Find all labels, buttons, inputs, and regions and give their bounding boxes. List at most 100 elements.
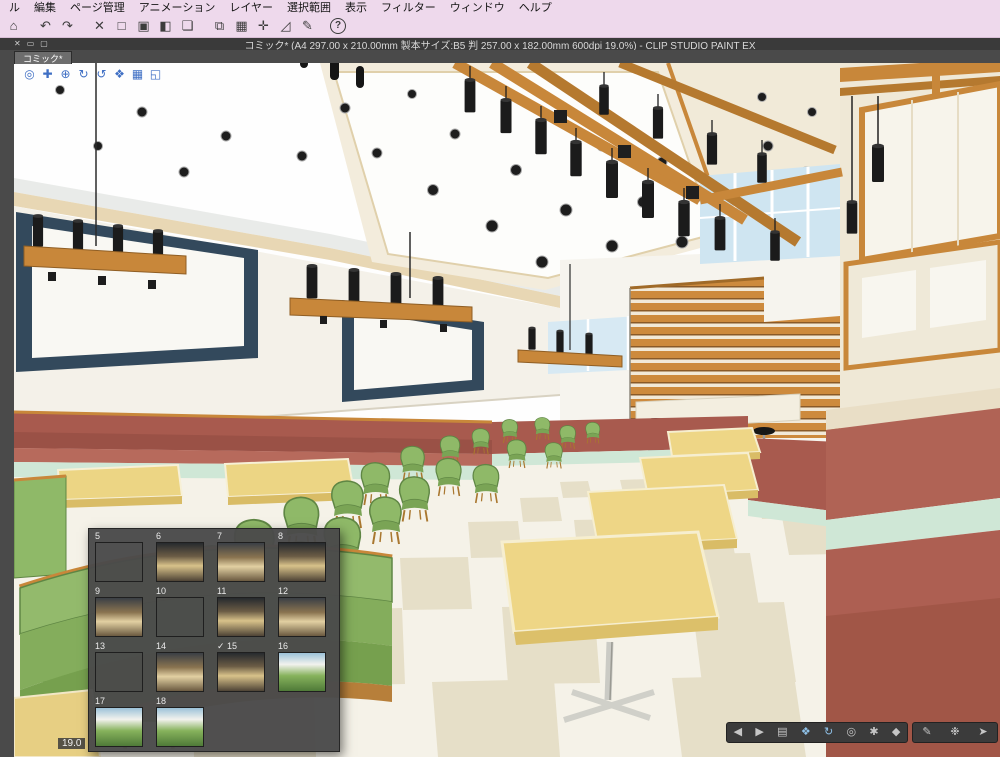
menu-item-7[interactable]: フィルター (374, 0, 443, 15)
undo-icon[interactable]: ↶ (36, 16, 55, 35)
object-list-icon[interactable]: ▤ (777, 727, 787, 738)
canvas-workspace: コミック* ◎ ✚ ⊕ ↻ ↺ ❖ ▦ ◱ 5 6 7 8 9 10 11 12… (0, 50, 1000, 757)
ruler-icon[interactable]: ◿ (276, 16, 295, 35)
material-thumbnail-cell-16[interactable]: 16 (275, 640, 336, 695)
thumbnail-number: 5 (95, 531, 101, 541)
menu-bar: ル編集 ページ管理 アニメーション レイヤー 選択範囲 表示 フィルター ウィンドウ ヘルプ (0, 0, 1000, 14)
thumbnail-number: 6 (156, 531, 162, 541)
menu-item-4[interactable]: レイヤー (222, 0, 280, 15)
clip-studio-paint-window: ル編集 ページ管理 アニメーション レイヤー 選択範囲 表示 フィルター ウィンドウ ヘルプ ⌂… (0, 0, 1000, 757)
3d-camera-launcher: ◎ ✚ ⊕ ↻ ↺ ❖ ▦ ◱ (22, 66, 163, 81)
thumbnail-image[interactable] (156, 652, 204, 692)
maximize-button[interactable]: ▢ (40, 38, 48, 50)
pen-tool-icon[interactable]: ✎ (922, 727, 931, 738)
material-thumbnail-cell-9[interactable]: 9 (92, 585, 153, 640)
canvas-tab[interactable]: コミック* (14, 51, 72, 64)
thumbnail-image[interactable] (278, 597, 326, 637)
material-thumbnail-cell-15[interactable]: ✓ 15 (214, 640, 275, 695)
menu-item-6[interactable]: 表示 (338, 0, 374, 15)
rotate-mode-icon[interactable]: ↻ (824, 727, 833, 738)
material-thumbnail-cell-6[interactable]: 6 (153, 530, 214, 585)
thumbnail-image[interactable] (278, 542, 326, 582)
thumbnail-image[interactable] (156, 597, 204, 637)
material-thumbnail-cell-8[interactable]: 8 (275, 530, 336, 585)
close-button[interactable]: ✕ (14, 38, 21, 50)
material-thumbnail-cell-5[interactable]: 5 (92, 530, 153, 585)
thumbnail-image[interactable] (95, 542, 143, 582)
camera-mode-icon[interactable]: ◎ (846, 727, 856, 738)
material-thumbnail-cell-18[interactable]: 18 (153, 695, 214, 750)
thumbnail-image[interactable] (95, 652, 143, 692)
new-layer-icon[interactable]: ❏ (178, 16, 197, 35)
thumbnail-image[interactable] (278, 652, 326, 692)
thumbnail-image[interactable] (217, 597, 265, 637)
clear-icon[interactable]: ✕ (90, 16, 109, 35)
3d-material-thumbnail-panel[interactable]: 5 6 7 8 9 10 11 12 13 14 ✓ 15 16 17 18 (88, 528, 340, 752)
select-all-icon[interactable]: ▣ (134, 16, 153, 35)
minimize-button[interactable]: ▭ (27, 38, 35, 50)
command-bar: ⌂ ↶ ↷ ✕ □ ▣ ◧ ❏ ⧉ ▦ ✛ ◿ ✎? (0, 14, 1000, 38)
decoration-tool-icon[interactable]: ❉ (950, 727, 959, 738)
material-thumbnail-cell-14[interactable]: 14 (153, 640, 214, 695)
rotate-ccw-icon[interactable]: ↺ (94, 66, 109, 81)
thumbnail-number: 7 (217, 531, 223, 541)
grid-snap-icon[interactable]: ▦ (130, 66, 145, 81)
thumbnail-number: 16 (278, 641, 289, 651)
operation-tool-icon[interactable]: ➤ (978, 727, 987, 738)
help-icon[interactable]: ? (330, 17, 346, 34)
window-controls: ✕ ▭ ▢ (14, 38, 48, 50)
thumbnail-number: 8 (278, 531, 284, 541)
object-move-icon[interactable]: ❖ (112, 66, 127, 81)
clip-studio-home-icon[interactable]: ⌂ (4, 16, 23, 35)
camera-pan-icon[interactable]: ✚ (40, 66, 55, 81)
transform-icon[interactable]: ⧉ (210, 16, 229, 35)
material-thumbnail-cell-13[interactable]: 13 (92, 640, 153, 695)
thumbnail-number: 9 (95, 586, 101, 596)
thumbnail-number: 11 (217, 586, 227, 596)
right-foreground-booth (826, 388, 1000, 757)
rotate-cw-icon[interactable]: ↻ (76, 66, 91, 81)
special-ruler-icon[interactable]: ✎ (298, 16, 317, 35)
light-setting-icon[interactable]: ✱ (869, 727, 878, 738)
thumbnail-number: 17 (95, 696, 106, 706)
tool-bottom-toolbar: ✎ ❉ ➤ (912, 722, 998, 743)
zoom-readout: 19.0 (58, 738, 86, 749)
menu-item-3[interactable]: アニメーション (132, 0, 223, 15)
thumbnail-image[interactable] (95, 597, 143, 637)
thumbnail-image[interactable] (95, 707, 143, 747)
thumbnail-number: 12 (278, 586, 289, 596)
menu-item-8[interactable]: ウィンドウ (443, 0, 512, 15)
material-thumbnail-cell-7[interactable]: 7 (214, 530, 275, 585)
thumbnail-number: 14 (156, 641, 167, 651)
next-angle-icon[interactable]: ▶ (755, 727, 763, 738)
thumbnail-image[interactable] (156, 707, 204, 747)
material-thumbnail-cell-12[interactable]: 12 (275, 585, 336, 640)
thumbnail-image[interactable] (217, 652, 265, 692)
redo-icon[interactable]: ↷ (58, 16, 77, 35)
thumbnail-number: 10 (156, 586, 167, 596)
menu-item-0[interactable]: ル (2, 0, 27, 15)
menu-item-2[interactable]: ページ管理 (63, 0, 132, 15)
deselect-icon[interactable]: □ (112, 16, 131, 35)
thumbnail-image[interactable] (217, 542, 265, 582)
move-mode-icon[interactable]: ❖ (801, 727, 811, 738)
invert-selection-icon[interactable]: ◧ (156, 16, 175, 35)
object-bottom-toolbar: ◀ ▶ ▤ ❖ ↻ ◎ ✱ ◆ (726, 722, 908, 743)
material-thumbnail-cell-10[interactable]: 10 (153, 585, 214, 640)
document-title-bar: ✕ ▭ ▢ コミック* (A4 297.00 x 210.00mm 製本サイズ:B5… (0, 38, 1000, 52)
thumbnail-image[interactable] (156, 542, 204, 582)
view-reset-icon[interactable]: ◱ (148, 66, 163, 81)
grid-icon[interactable]: ▦ (232, 16, 251, 35)
guide-icon[interactable]: ✛ (254, 16, 273, 35)
camera-zoom-icon[interactable]: ⊕ (58, 66, 73, 81)
menu-item-9[interactable]: ヘルプ (512, 0, 559, 15)
detail-setting-icon[interactable]: ◆ (892, 727, 900, 738)
thumbnail-number: ✓ 15 (217, 641, 238, 651)
material-thumbnail-cell-17[interactable]: 17 (92, 695, 153, 750)
prev-angle-icon[interactable]: ◀ (734, 727, 742, 738)
camera-orbit-icon[interactable]: ◎ (22, 66, 37, 81)
material-thumbnail-cell-11[interactable]: 11 (214, 585, 275, 640)
menu-item-5[interactable]: 選択範囲 (280, 0, 338, 15)
thumbnail-number: 13 (95, 641, 106, 651)
menu-item-1[interactable]: 編集 (27, 0, 63, 15)
